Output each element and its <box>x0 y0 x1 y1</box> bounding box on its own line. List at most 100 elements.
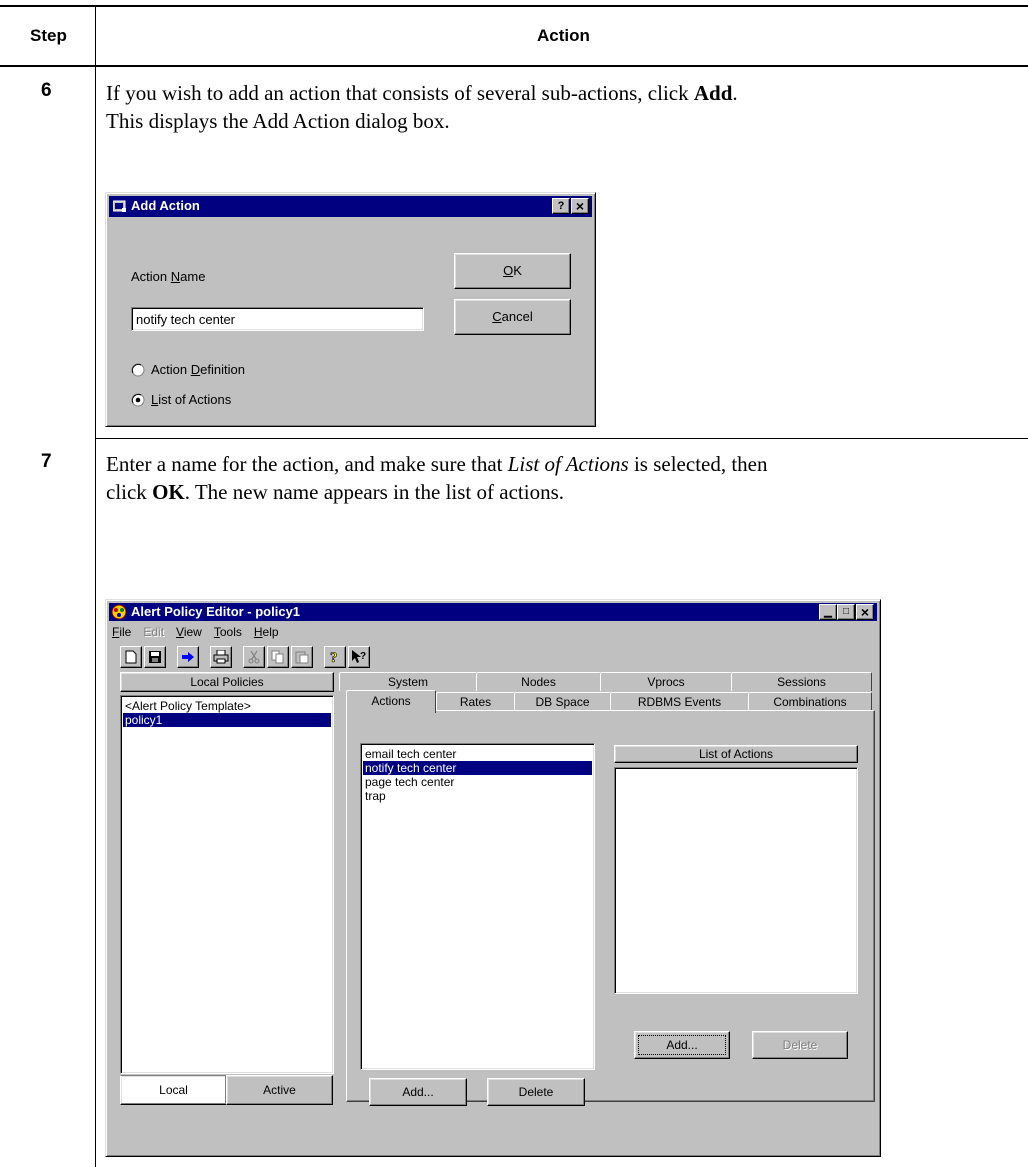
tab-local-label: Local <box>159 1083 188 1097</box>
step-number-7: 7 <box>41 451 52 472</box>
policies-list[interactable]: <Alert Policy Template> policy1 <box>120 695 334 1074</box>
action-name-label-post: ame <box>180 269 206 284</box>
step7-text: Enter a name for the action, and make su… <box>106 450 1021 506</box>
menu-file[interactable]: File <box>112 625 131 643</box>
svg-text:?: ? <box>360 651 366 662</box>
header-step: Step <box>30 26 67 45</box>
tab-sessions[interactable]: Sessions <box>731 672 872 691</box>
step6-text-line2: This displays the Add Action dialog box. <box>106 109 450 133</box>
radio-action-definition-label[interactable]: Action Definition <box>151 362 245 377</box>
delete-sub-action-label: Delete <box>782 1038 818 1052</box>
cut-icon[interactable] <box>243 646 265 668</box>
action-item-page[interactable]: page tech center <box>363 775 592 789</box>
add-action-label: Add... <box>402 1085 434 1099</box>
menu-tools[interactable]: Tools <box>214 625 242 643</box>
apply-arrow-icon[interactable] <box>177 646 199 668</box>
maximize-button[interactable]: □ <box>837 604 855 620</box>
tab-rates[interactable]: Rates <box>436 692 515 711</box>
svg-text:?: ? <box>330 650 338 665</box>
delete-sub-action-button[interactable]: Delete <box>752 1031 848 1059</box>
tab-rdbms-events[interactable]: RDBMS Events <box>610 692 749 711</box>
add-sub-action-label: Add... <box>666 1038 698 1052</box>
step6-text-part1: If you wish to add an action that consis… <box>106 81 694 105</box>
radio1-pre: Action <box>151 362 191 377</box>
local-policies-header: Local Policies <box>120 672 334 692</box>
save-icon[interactable] <box>144 646 166 668</box>
tab-local[interactable]: Local <box>120 1075 227 1105</box>
step7-text-part1: Enter a name for the action, and make su… <box>106 452 508 476</box>
tab-vprocs[interactable]: Vprocs <box>600 672 732 691</box>
step7-text-italic: List of Actions <box>507 452 629 476</box>
step7-text-part2: is selected, then <box>628 452 768 476</box>
cancel-button[interactable]: Cancel <box>454 299 571 335</box>
add-sub-action-button[interactable]: Add... <box>634 1031 730 1059</box>
menu-view-rest: iew <box>183 625 202 639</box>
action-item-email[interactable]: email tech center <box>363 747 592 761</box>
menu-bar: File Edit View Tools Help <box>112 625 279 643</box>
policy-item-policy1[interactable]: policy1 <box>123 713 331 727</box>
action-item-notify[interactable]: notify tech center <box>363 761 592 775</box>
policy-item-template[interactable]: <Alert Policy Template> <box>123 699 331 713</box>
help-question-icon[interactable]: ? <box>324 646 346 668</box>
editor-close-button[interactable]: × <box>856 604 874 620</box>
menu-help-key: H <box>253 625 263 639</box>
ok-button[interactable]: OK <box>454 253 571 289</box>
add-action-title: Add Action <box>131 198 200 213</box>
editor-title: Alert Policy Editor - policy1 <box>131 604 301 619</box>
menu-view-key: V <box>176 625 184 639</box>
delete-action-label: Delete <box>518 1085 554 1099</box>
radio2-post: ist of Actions <box>158 392 232 407</box>
tab-system[interactable]: System <box>339 672 477 691</box>
list-of-actions-box[interactable] <box>614 767 858 994</box>
radio-list-of-actions[interactable] <box>131 393 145 407</box>
menu-view[interactable]: View <box>176 625 202 643</box>
action-item-trap[interactable]: trap <box>363 789 592 803</box>
tab-content-panel: email tech center notify tech center pag… <box>346 710 875 1106</box>
new-document-icon[interactable] <box>120 646 142 668</box>
ok-button-rest: K <box>513 263 522 278</box>
editor-app-icon <box>111 604 127 620</box>
menu-edit-label: Edit <box>143 625 165 639</box>
menu-edit[interactable]: Edit <box>143 625 164 643</box>
add-action-titlebar[interactable]: Add Action ? × <box>109 196 592 217</box>
table-header-rule <box>0 65 1028 67</box>
action-name-input[interactable]: notify tech center <box>131 307 424 331</box>
add-action-button[interactable]: Add... <box>369 1078 467 1106</box>
tab-nodes[interactable]: Nodes <box>476 672 601 691</box>
close-button[interactable]: × <box>571 198 589 214</box>
actions-list[interactable]: email tech center notify tech center pag… <box>360 743 595 1070</box>
list-of-actions-header: List of Actions <box>614 745 858 763</box>
help-button[interactable]: ? <box>552 198 570 214</box>
editor-titlebar[interactable]: Alert Policy Editor - policy1 ▁ □ × <box>109 603 877 621</box>
radio1-key: D <box>190 362 201 377</box>
step6-text-part2: . <box>732 81 738 105</box>
menu-help-rest: elp <box>262 625 279 639</box>
tab-db-space[interactable]: DB Space <box>514 692 611 711</box>
tab-active[interactable]: Active <box>226 1075 333 1105</box>
table-top-rule <box>0 5 1028 7</box>
tab-active-label: Active <box>263 1083 296 1097</box>
radio-action-definition[interactable] <box>131 363 145 377</box>
menu-file-rest: ile <box>119 625 132 639</box>
ok-button-key: O <box>503 263 514 278</box>
delete-action-button[interactable]: Delete <box>487 1078 585 1106</box>
action-name-label: Action Name <box>131 269 205 284</box>
tab-actions[interactable]: Actions <box>346 690 436 713</box>
step6-text-bold: Add <box>693 81 733 105</box>
step7-text-bold: OK <box>152 480 185 504</box>
context-help-icon[interactable]: ? <box>348 646 370 668</box>
copy-icon[interactable] <box>267 646 289 668</box>
print-icon[interactable] <box>210 646 232 668</box>
paste-icon[interactable] <box>291 646 313 668</box>
tab-combinations[interactable]: Combinations <box>748 692 872 711</box>
action-name-value: notify tech center <box>136 312 235 327</box>
dialog-app-icon <box>113 200 126 212</box>
action-name-label-key: N <box>170 269 181 284</box>
minimize-button[interactable]: ▁ <box>819 604 837 620</box>
table-column-divider <box>95 5 96 1167</box>
action-name-label-pre: Action <box>131 269 171 284</box>
radio-list-of-actions-label[interactable]: List of Actions <box>151 392 231 407</box>
step7-text-line2-pre: click <box>106 480 153 504</box>
alert-policy-editor-window: Alert Policy Editor - policy1 ▁ □ × File… <box>105 599 881 1157</box>
menu-help[interactable]: Help <box>254 625 279 643</box>
